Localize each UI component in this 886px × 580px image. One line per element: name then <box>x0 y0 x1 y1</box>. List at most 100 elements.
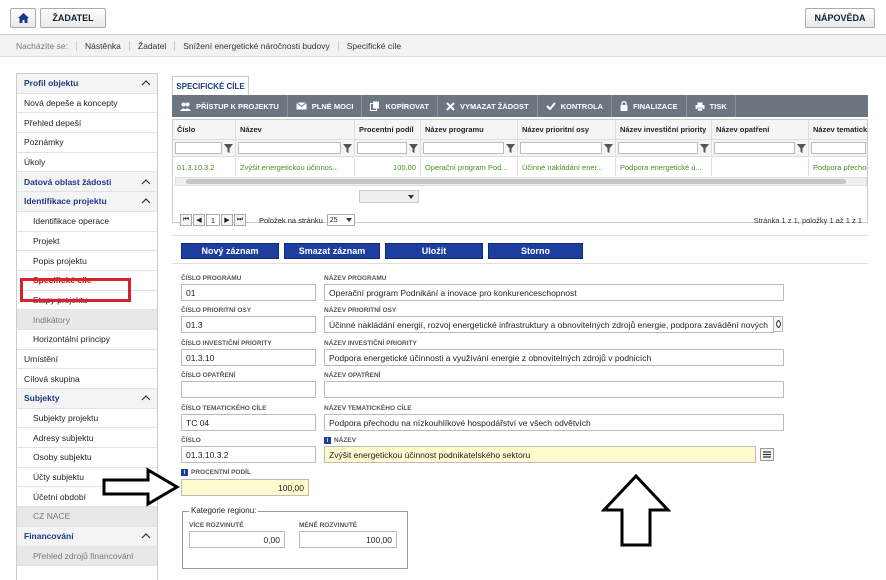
column-header-procentni-podil[interactable]: Procentní podíl <box>355 120 421 139</box>
filter-input[interactable] <box>714 142 795 154</box>
grid-page-dropdown[interactable] <box>359 190 419 203</box>
podil-label-wrap: i Procentní podíl <box>181 469 251 476</box>
filter-input[interactable] <box>175 142 222 154</box>
sidebar-item-ukoly[interactable]: Úkoly <box>17 153 157 173</box>
column-header-nazev-tematickeho[interactable]: Název tematického <box>809 120 867 139</box>
cislo-priority-field[interactable]: 01.3.10 <box>181 349 316 366</box>
cell-cislo: 01.3.10.3.2 <box>173 158 236 176</box>
select-list-button[interactable] <box>760 448 774 461</box>
sidebar-item-popis-projektu[interactable]: Popis projektu <box>17 251 157 271</box>
sidebar-item-projekt[interactable]: Projekt <box>17 232 157 252</box>
filter-icon[interactable] <box>506 143 515 153</box>
nazev-cile-field[interactable]: Podpora přechodu na nízkouhlíkové hospod… <box>324 414 784 431</box>
sidebar-item-osoby-subjektu[interactable]: Osoby subjektu <box>17 448 157 468</box>
mene-rozvinute-field[interactable]: 100,00 <box>299 531 397 548</box>
cislo-cile-field[interactable]: TC 04 <box>181 414 316 431</box>
sidebar-section-datova-oblast[interactable]: Datová oblast žádosti <box>17 172 157 193</box>
sidebar-section-financovani[interactable]: Financování <box>17 526 157 547</box>
filter-icon[interactable] <box>224 143 233 153</box>
column-header-nazev-investicni-priority[interactable]: Název investiční priority <box>616 120 712 139</box>
sidebar-section-profil[interactable]: Profil objektu <box>17 74 157 94</box>
nazev-programu-field[interactable]: Operační program Podnikání a inovace pro… <box>324 284 784 301</box>
list-icon <box>763 451 771 458</box>
filter-cell <box>355 140 421 156</box>
filter-input[interactable] <box>423 142 504 154</box>
pristup-k-projektu-button[interactable]: PŘÍSTUP K PROJEKTU <box>172 95 288 117</box>
procentni-podil-field[interactable]: 100,00 <box>181 479 309 496</box>
horizontal-scrollbar[interactable] <box>175 177 867 186</box>
filter-icon[interactable] <box>797 143 806 153</box>
cislo-opatreni-field[interactable] <box>181 381 316 398</box>
column-header-nazev-prioritni-osy[interactable]: Název prioritní osy <box>518 120 616 139</box>
new-record-button[interactable]: Nový záznam <box>181 243 279 259</box>
filter-icon[interactable] <box>604 143 613 153</box>
kopirovat-button[interactable]: KOPÍROVAT <box>362 95 438 117</box>
finalizace-button[interactable]: FINALIZACE <box>612 95 687 117</box>
table-row[interactable]: 01.3.10.3.2 Zvýšit energetickou účinnos.… <box>173 158 867 176</box>
tisk-button[interactable]: TISK <box>687 95 736 117</box>
scrollbar-thumb[interactable] <box>186 179 846 184</box>
sidebar-item-umisteni[interactable]: Umístění <box>17 350 157 370</box>
filter-input[interactable] <box>520 142 602 154</box>
plne-moci-button[interactable]: PLNÉ MOCI <box>288 95 363 117</box>
sidebar-section-subjekty[interactable]: Subjekty <box>17 389 157 409</box>
help-button[interactable]: NÁPOVĚDA <box>805 8 875 28</box>
sidebar-item-horizontalni-principy[interactable]: Horizontální principy <box>17 330 157 350</box>
column-header-nazev-programu[interactable]: Název programu <box>421 120 518 139</box>
cislo-programu-field[interactable]: 01 <box>181 284 316 301</box>
filter-icon[interactable] <box>700 143 709 153</box>
page-number-input[interactable]: 1 <box>206 214 220 226</box>
sidebar-item-nova-depese[interactable]: Nová depeše a koncepty <box>17 94 157 114</box>
breadcrumb-item-nastenka[interactable]: Nástěnka <box>75 40 129 51</box>
filter-input[interactable] <box>238 142 341 154</box>
sidebar-item-adresy-subjektu[interactable]: Adresy subjektu <box>17 428 157 449</box>
first-page-button[interactable]: ⏮ <box>180 214 192 226</box>
filter-input[interactable] <box>811 142 866 154</box>
filter-input[interactable] <box>618 142 698 154</box>
nazev-osy-field[interactable]: Účinné nakládání energií, rozvoj energet… <box>324 316 774 333</box>
nazev-priority-label: Název investiční priority <box>324 340 417 347</box>
sidebar-item-cilova-skupina[interactable]: Cílová skupina <box>17 369 157 389</box>
column-header-nazev-opatreni[interactable]: Název opatření <box>712 120 809 139</box>
delete-record-button[interactable]: Smazat záznam <box>284 243 380 259</box>
cell-nazev: Zvýšit energetickou účinnos... <box>236 158 355 176</box>
cislo-field[interactable]: 01.3.10.3.2 <box>181 446 316 463</box>
nazev-osy-scroll[interactable] <box>774 316 783 332</box>
per-page-select[interactable]: 25 <box>326 214 355 226</box>
nazev-opatreni-label: Název opatření <box>324 372 381 379</box>
breadcrumb-item-zadatel[interactable]: Žadatel <box>128 40 174 51</box>
filter-icon[interactable] <box>409 143 418 153</box>
cancel-button[interactable]: Storno <box>488 243 583 259</box>
nazev-opatreni-field[interactable] <box>324 381 784 398</box>
sidebar-item-subjekty-projektu[interactable]: Subjekty projektu <box>17 409 157 429</box>
filter-cell <box>809 140 867 156</box>
column-header-nazev[interactable]: Název <box>236 120 355 139</box>
kontrola-button[interactable]: KONTROLA <box>538 95 613 117</box>
sidebar-item-label: Financování <box>24 531 74 542</box>
home-button[interactable] <box>10 8 36 28</box>
vymazat-zadost-button[interactable]: VYMAZAT ŽÁDOST <box>438 95 538 117</box>
nazev-field[interactable]: Zvýšit energetickou účinnost podnikatels… <box>324 446 756 463</box>
cell-nazev-investicni-priority: Podpora energetické ú... <box>616 158 712 176</box>
nazev-priority-field[interactable]: Podpora energetické účinnosti a využíván… <box>324 349 784 366</box>
toolbar: PŘÍSTUP K PROJEKTU PLNÉ MOCI KOPÍROVAT V… <box>172 95 868 117</box>
next-page-button[interactable]: ▶ <box>221 214 233 226</box>
cislo-osy-field[interactable]: 01.3 <box>181 316 316 333</box>
tab-specificke-cile[interactable]: SPECIFICKÉ CÍLE <box>172 76 249 95</box>
filter-icon[interactable] <box>343 143 352 153</box>
column-header-cislo[interactable]: Číslo <box>173 120 236 139</box>
sidebar-section-identifikace[interactable]: Identifikace projektu <box>17 192 157 212</box>
sidebar-item-label: Adresy subjektu <box>33 432 94 443</box>
filter-input[interactable] <box>357 142 407 154</box>
sidebar-item-prehled-depesi[interactable]: Přehled depeší <box>17 113 157 134</box>
sidebar-item-identifikace-operace[interactable]: Identifikace operace <box>17 212 157 232</box>
zadatel-button[interactable]: ŽADATEL <box>40 8 106 28</box>
filter-cell <box>616 140 712 156</box>
sidebar-item-poznamky[interactable]: Poznámky <box>17 133 157 153</box>
vice-rozvinute-field[interactable]: 0,00 <box>189 531 285 548</box>
top-bar: ŽADATEL NÁPOVĚDA <box>0 0 886 35</box>
prev-page-button[interactable]: ◀ <box>193 214 205 226</box>
save-button[interactable]: Uložit <box>385 243 483 259</box>
breadcrumb-item-project[interactable]: Snížení energetické náročnosti budovy <box>174 40 337 51</box>
last-page-button[interactable]: ⏭ <box>234 214 246 226</box>
